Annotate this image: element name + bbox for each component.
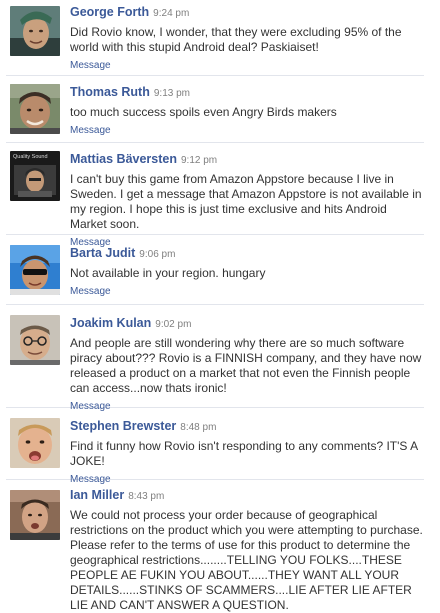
comment-item: Barta Judit 9:06 pm Not available in your… [6, 235, 424, 305]
comment-author[interactable]: Joakim Kulan [70, 316, 151, 330]
avatar[interactable] [10, 6, 60, 56]
comment-timestamp: 9:02 pm [155, 319, 192, 330]
comment-item: Joakim Kulan 9:02 pm And people are still… [6, 305, 424, 412]
avatar-caption: Quality Sound [13, 154, 48, 160]
comment-text: We could not process your order because … [70, 508, 423, 612]
avatar[interactable]: Quality Sound [10, 151, 60, 201]
comment-text: Not available in your region. hungary [70, 266, 266, 280]
comment-text: And people are still wondering why there… [70, 336, 422, 395]
comment-feed: George Forth 9:24 pm Did Rovio know, I wo… [0, 0, 440, 612]
comment-author[interactable]: Ian Miller [70, 488, 124, 502]
comment-text: I can't buy this game from Amazon Appsto… [70, 172, 422, 231]
comment-timestamp: 8:43 pm [128, 491, 165, 502]
comment-text: Find it funny how Rovio isn't responding… [70, 439, 418, 468]
comment-timestamp: 9:24 pm [153, 8, 190, 19]
avatar[interactable] [10, 490, 60, 540]
avatar[interactable] [10, 418, 60, 468]
comment-item: Stephen Brewster 8:48 pm Find it funny ho… [6, 408, 424, 485]
avatar[interactable] [10, 315, 60, 365]
comment-author[interactable]: Barta Judit [70, 246, 135, 260]
comment-text: Did Rovio know, I wonder, that they were… [70, 25, 402, 54]
comment-author[interactable]: George Forth [70, 5, 149, 19]
comment-timestamp: 9:13 pm [153, 88, 190, 99]
message-link[interactable]: Message [70, 125, 111, 137]
comment-author[interactable]: Mattias Bäversten [70, 152, 177, 166]
comment-timestamp: 9:06 pm [139, 249, 176, 260]
comment-author[interactable]: Thomas Ruth [70, 85, 150, 99]
avatar[interactable] [10, 245, 60, 295]
comment-timestamp: 9:12 pm [181, 155, 218, 166]
message-link[interactable]: Message [70, 286, 111, 298]
message-link[interactable]: Message [70, 60, 111, 72]
comment-item: Ian Miller 8:43 pm We could not process y… [6, 480, 424, 612]
comment-author[interactable]: Stephen Brewster [70, 419, 176, 433]
comment-item: Thomas Ruth 9:13 pm too much success spoi… [6, 76, 424, 143]
comment-text: too much success spoils even Angry Birds… [70, 105, 337, 119]
avatar[interactable] [10, 84, 60, 134]
comment-item: George Forth 9:24 pm Did Rovio know, I wo… [6, 0, 424, 76]
comment-item: Quality Sound Mattias Bäversten 9:12 pm I… [6, 143, 424, 248]
comment-timestamp: 8:48 pm [180, 422, 217, 433]
